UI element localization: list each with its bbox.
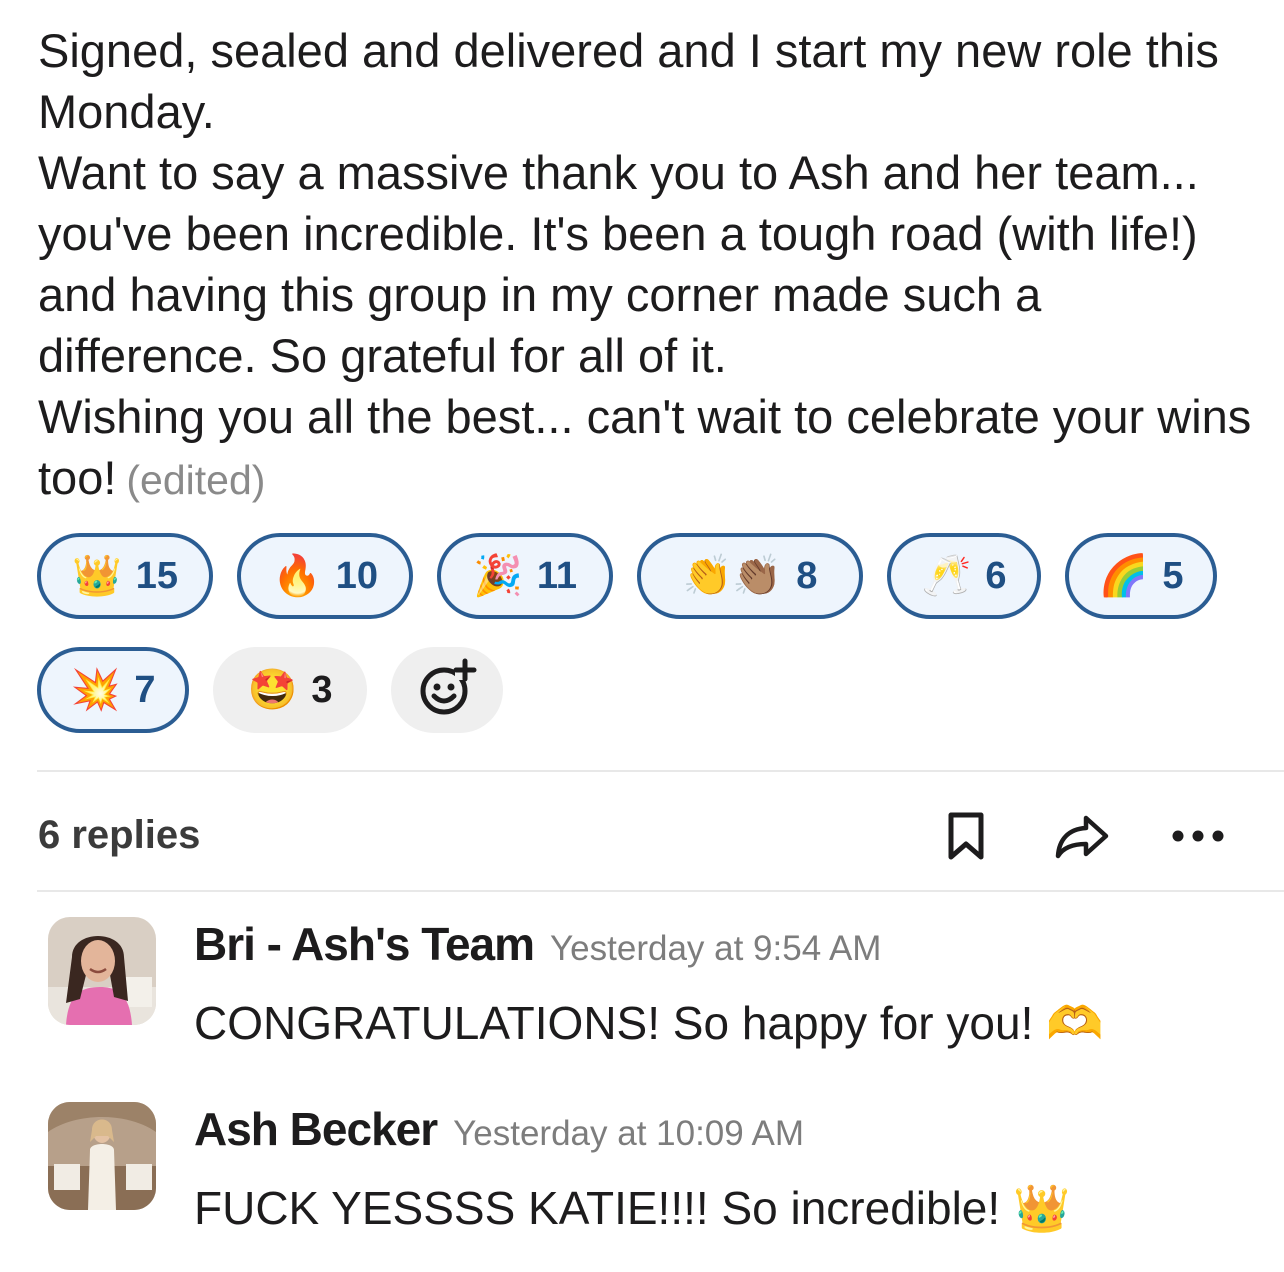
reply-body: Ash Becker Yesterday at 10:09 AM FUCK YE…	[194, 1102, 1274, 1238]
thread-bar: 6 replies	[38, 800, 1238, 870]
message-body: Signed, sealed and delivered and I start…	[38, 20, 1258, 511]
reaction-count: 10	[335, 554, 379, 597]
reaction-party-popper[interactable]: 🎉 11	[437, 533, 613, 619]
reply-header: Bri - Ash's Team Yesterday at 9:54 AM	[194, 917, 1274, 979]
add-reaction-button[interactable]	[391, 647, 503, 733]
reaction-count: 8	[796, 554, 818, 597]
clapping-hands-emoji: 👏👏🏽	[682, 554, 783, 598]
message-paragraph: Signed, sealed and delivered and I start…	[38, 24, 1219, 138]
reaction-count: 15	[135, 554, 179, 597]
thread-actions	[880, 806, 1228, 866]
reaction-fire[interactable]: 🔥 10	[237, 533, 413, 619]
reply-body: Bri - Ash's Team Yesterday at 9:54 AM CO…	[194, 917, 1274, 1053]
timestamp: Yesterday at 9:54 AM	[550, 929, 882, 968]
fire-emoji: 🔥	[271, 554, 322, 598]
reply-text: FUCK YESSSS KATIE!!!! So incredible! 👑	[194, 1182, 1071, 1234]
share-icon[interactable]	[1052, 806, 1112, 866]
divider	[37, 890, 1284, 892]
bookmark-icon[interactable]	[936, 806, 996, 866]
reactions-row: 💥 7 🤩 3	[37, 646, 1267, 734]
author-name[interactable]: Bri - Ash's Team	[194, 917, 535, 971]
reaction-count: 3	[311, 668, 333, 711]
reaction-count: 5	[1162, 554, 1184, 597]
crown-emoji: 👑	[71, 554, 122, 598]
reaction-crown[interactable]: 👑 15	[37, 533, 213, 619]
avatar[interactable]	[48, 917, 156, 1025]
collision-emoji: 💥	[70, 668, 121, 712]
reaction-count: 7	[134, 668, 156, 711]
avatar[interactable]	[48, 1102, 156, 1210]
edited-label: (edited)	[126, 457, 266, 503]
champagne-emoji: 🥂	[921, 554, 972, 598]
rainbow-emoji: 🌈	[1098, 554, 1149, 598]
reply-text: CONGRATULATIONS! So happy for you! 🫶	[194, 997, 1104, 1049]
replies-count-link[interactable]: 6 replies	[38, 813, 200, 858]
divider	[37, 770, 1284, 772]
message-paragraph: Wishing you all the best... can't wait t…	[38, 386, 1258, 511]
reactions-row: 👑 15 🔥 10 🎉 11 👏👏🏽 8 🥂 6 🌈 5	[37, 532, 1267, 620]
reaction-collision[interactable]: 💥 7	[37, 647, 189, 733]
reaction-champagne[interactable]: 🥂 6	[887, 533, 1041, 619]
message-paragraph: Want to say a massive thank you to Ash a…	[38, 146, 1199, 382]
add-emoji-icon	[415, 656, 479, 725]
reaction-star-struck[interactable]: 🤩 3	[213, 647, 367, 733]
reaction-count: 6	[985, 554, 1007, 597]
author-name[interactable]: Ash Becker	[194, 1102, 438, 1156]
party-popper-emoji: 🎉	[473, 554, 523, 598]
reaction-clapping-hands[interactable]: 👏👏🏽 8	[637, 533, 863, 619]
reaction-rainbow[interactable]: 🌈 5	[1065, 533, 1217, 619]
reply-header: Ash Becker Yesterday at 10:09 AM	[194, 1102, 1274, 1164]
timestamp: Yesterday at 10:09 AM	[453, 1114, 805, 1153]
reaction-count: 11	[536, 554, 577, 597]
more-icon[interactable]	[1168, 806, 1228, 866]
reactions-bar: 👑 15 🔥 10 🎉 11 👏👏🏽 8 🥂 6 🌈 5 💥 7 🤩 3	[37, 532, 1267, 760]
star-struck-emoji: 🤩	[247, 668, 298, 712]
